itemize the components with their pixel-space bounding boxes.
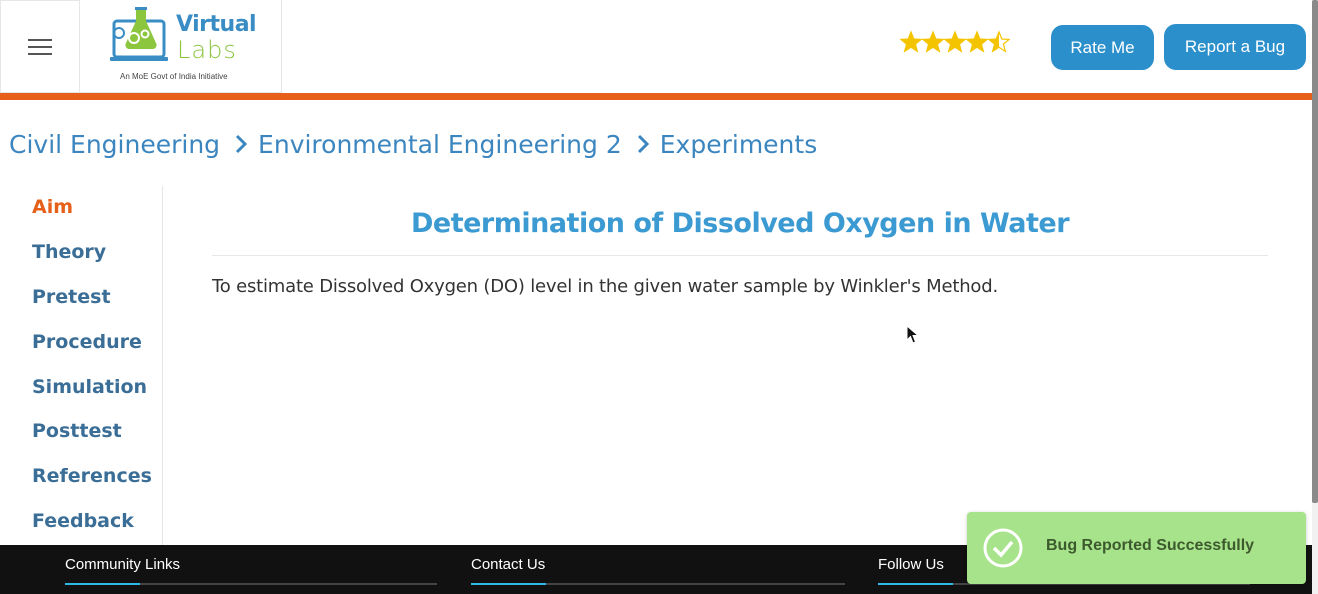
star-icon[interactable]	[988, 30, 1010, 54]
sidebar-item-simulation[interactable]: Simulation	[32, 376, 147, 398]
breadcrumb-item-civil-engineering[interactable]: Civil Engineering	[9, 130, 220, 159]
rate-me-button[interactable]: Rate Me	[1051, 25, 1154, 70]
header-accent-bar	[0, 93, 1312, 100]
logo-word-labs: Labs	[177, 36, 237, 64]
star-icon[interactable]	[922, 30, 944, 54]
star-icon[interactable]	[966, 30, 988, 54]
hamburger-menu-icon	[28, 38, 52, 56]
page-scrollbar[interactable]	[1312, 0, 1318, 594]
scrollbar-thumb[interactable]	[1312, 0, 1318, 503]
breadcrumb: Civil Engineering Environmental Engineer…	[9, 125, 817, 163]
sidebar-item-posttest[interactable]: Posttest	[32, 420, 122, 442]
flask-laptop-icon	[110, 7, 168, 61]
experiment-sidebar: Aim Theory Pretest Procedure Simulation …	[0, 186, 163, 546]
star-rating[interactable]	[900, 30, 1010, 58]
breadcrumb-item-experiments[interactable]: Experiments	[660, 130, 817, 159]
check-circle-icon	[983, 528, 1023, 568]
mouse-pointer-icon	[906, 325, 920, 344]
report-bug-button[interactable]: Report a Bug	[1164, 24, 1306, 70]
footer-divider	[471, 583, 845, 585]
footer-divider	[65, 583, 437, 585]
footer-heading-community-links: Community Links	[65, 556, 181, 573]
hamburger-menu-button[interactable]	[0, 0, 80, 93]
sidebar-item-references[interactable]: References	[32, 465, 152, 487]
chevron-right-icon	[637, 134, 649, 154]
virtual-labs-logo[interactable]: Virtual Labs An MoE Govt of India Initia…	[80, 0, 282, 93]
logo-tagline: An MoE Govt of India Initiative	[120, 72, 228, 81]
site-header: Virtual Labs An MoE Govt of India Initia…	[0, 0, 1312, 93]
sidebar-item-aim[interactable]: Aim	[32, 196, 73, 218]
chevron-right-icon	[235, 134, 248, 154]
star-icon[interactable]	[944, 30, 966, 54]
success-toast[interactable]: Bug Reported Successfully	[967, 512, 1306, 584]
sidebar-item-feedback[interactable]: Feedback	[32, 510, 134, 532]
breadcrumb-item-environmental-engineering-2[interactable]: Environmental Engineering 2	[258, 130, 622, 159]
experiment-title: Determination of Dissolved Oxygen in Wat…	[410, 208, 1070, 239]
toast-message: Bug Reported Successfully	[1046, 537, 1255, 554]
title-divider	[212, 255, 1268, 256]
sidebar-item-procedure[interactable]: Procedure	[32, 331, 142, 353]
aim-text: To estimate Dissolved Oxygen (DO) level …	[212, 276, 998, 297]
footer-heading-contact-us: Contact Us	[471, 556, 546, 573]
footer-heading-follow-us: Follow Us	[878, 556, 944, 573]
star-icon[interactable]	[900, 30, 922, 54]
logo-word-virtual: Virtual	[176, 12, 257, 37]
sidebar-item-theory[interactable]: Theory	[32, 241, 106, 263]
sidebar-item-pretest[interactable]: Pretest	[32, 286, 111, 308]
